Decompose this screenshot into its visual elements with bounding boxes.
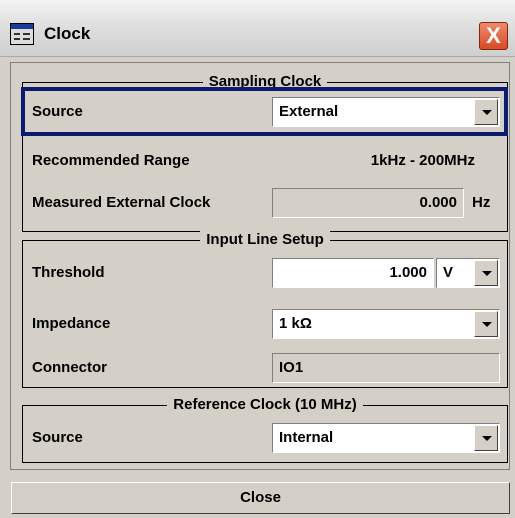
title-bar[interactable]: Clock X bbox=[0, 0, 515, 57]
reference-source-value: Internal bbox=[279, 429, 334, 446]
input-line-setup-legend: Input Line Setup bbox=[200, 231, 330, 248]
connector-field: IO1 bbox=[272, 353, 500, 383]
sampling-source-value: External bbox=[279, 103, 339, 120]
sampling-source-select[interactable]: External bbox=[272, 97, 500, 127]
measured-clock-field: 0.000 bbox=[272, 188, 464, 218]
threshold-input[interactable]: 1.000 bbox=[272, 258, 434, 288]
impedance-value: 1 kΩ bbox=[279, 315, 312, 332]
chevron-down-icon[interactable] bbox=[474, 425, 498, 451]
connector-label: Connector bbox=[32, 359, 107, 376]
chevron-down-icon[interactable] bbox=[474, 260, 498, 286]
reference-source-select[interactable]: Internal bbox=[272, 423, 500, 453]
measured-clock-unit: Hz bbox=[472, 194, 491, 211]
threshold-unit-value: V bbox=[443, 264, 454, 281]
threshold-unit-select[interactable]: V bbox=[436, 258, 500, 288]
window-title: Clock bbox=[44, 24, 91, 43]
clock-app-icon bbox=[10, 23, 34, 45]
clock-dialog: Clock X Sampling Clock Source External R… bbox=[0, 0, 515, 518]
chevron-down-icon[interactable] bbox=[474, 311, 498, 337]
measured-clock-label: Measured External Clock bbox=[32, 194, 211, 211]
chevron-down-icon[interactable] bbox=[474, 99, 498, 125]
reference-source-label: Source bbox=[32, 429, 83, 446]
threshold-label: Threshold bbox=[32, 264, 105, 281]
impedance-label: Impedance bbox=[32, 315, 111, 332]
recommended-range-label: Recommended Range bbox=[32, 152, 190, 169]
sampling-source-label: Source bbox=[32, 103, 83, 120]
impedance-select[interactable]: 1 kΩ bbox=[272, 309, 500, 339]
close-icon[interactable]: X bbox=[479, 22, 508, 50]
close-button[interactable]: Close bbox=[11, 482, 510, 514]
recommended-range-value: 1kHz - 200MHz bbox=[370, 152, 475, 169]
reference-clock-legend: Reference Clock (10 MHz) bbox=[167, 396, 363, 413]
